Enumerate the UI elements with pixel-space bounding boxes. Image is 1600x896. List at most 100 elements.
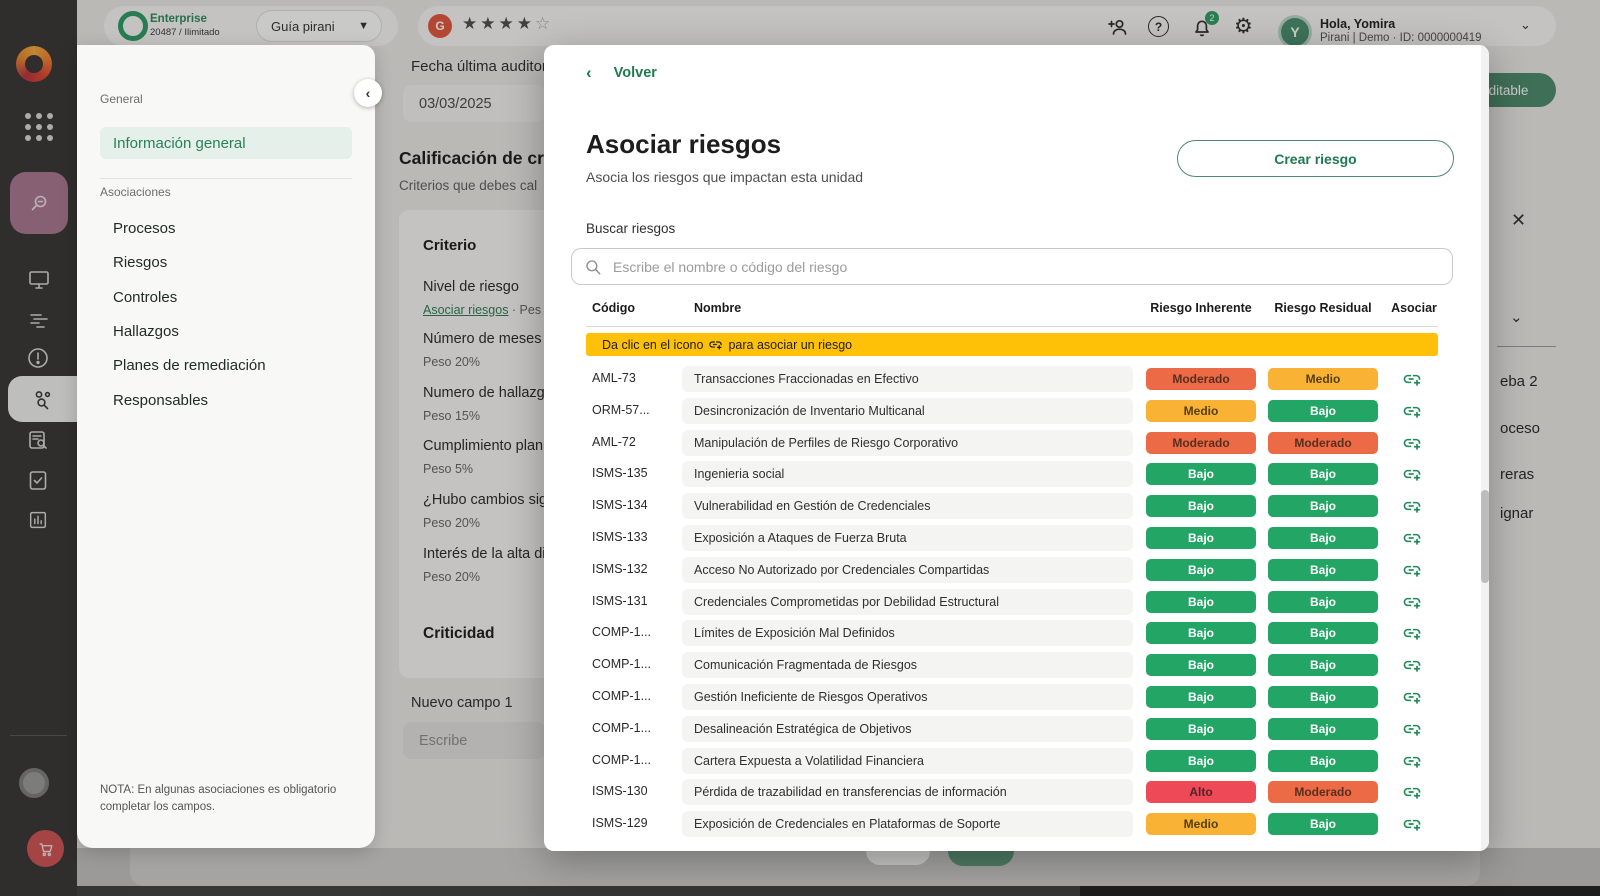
- add-link-icon: [1402, 560, 1422, 580]
- table-row: ISMS-135Ingenieria social Bajo Bajo: [586, 458, 1438, 490]
- risk-name: Transacciones Fraccionadas en Efectivo: [682, 366, 1133, 392]
- sidebar-item-informacion-general[interactable]: Información general: [100, 127, 352, 159]
- add-link-icon: [1402, 623, 1422, 643]
- add-link-icon: [1402, 433, 1422, 453]
- risk-name: Desalineación Estratégica de Objetivos: [682, 716, 1133, 742]
- inherent-risk-badge: Bajo: [1146, 463, 1256, 485]
- residual-risk-badge: Moderado: [1268, 432, 1378, 454]
- col-asociar: Asociar: [1390, 301, 1438, 315]
- table-row: COMP-1...Gestión Ineficiente de Riesgos …: [586, 681, 1438, 713]
- table-row: AML-72Manipulación de Perfiles de Riesgo…: [586, 427, 1438, 459]
- associate-risk-button[interactable]: [1390, 526, 1434, 550]
- associate-risk-button[interactable]: [1390, 812, 1434, 836]
- risk-code: COMP-1...: [592, 753, 680, 767]
- associate-risk-button[interactable]: [1390, 462, 1434, 486]
- risk-code: ORM-57...: [592, 403, 680, 417]
- risk-code: ISMS-129: [592, 816, 680, 830]
- inherent-risk-badge: Bajo: [1146, 591, 1256, 613]
- associate-risk-button[interactable]: [1390, 653, 1434, 677]
- risk-name: Manipulación de Perfiles de Riesgo Corpo…: [682, 430, 1133, 456]
- residual-risk-badge: Bajo: [1268, 591, 1378, 613]
- associate-risk-button[interactable]: [1390, 494, 1434, 518]
- info-banner: Da clic en el icono para asociar un ries…: [586, 333, 1438, 356]
- table-row: ISMS-133Exposición a Ataques de Fuerza B…: [586, 522, 1438, 554]
- risk-name: Límites de Exposición Mal Definidos: [682, 620, 1133, 646]
- risk-name: Vulnerabilidad en Gestión de Credenciale…: [682, 493, 1133, 519]
- residual-risk-badge: Bajo: [1268, 654, 1378, 676]
- table-row: COMP-1...Desalineación Estratégica de Ob…: [586, 713, 1438, 745]
- banner-text-pre: Da clic en el icono: [602, 338, 703, 352]
- modal-scrollbar-thumb[interactable]: [1481, 490, 1489, 583]
- add-link-icon: [1402, 401, 1422, 421]
- inherent-risk-badge: Moderado: [1146, 368, 1256, 390]
- modal-title: Asociar riesgos: [586, 129, 781, 160]
- associate-risk-button[interactable]: [1390, 558, 1434, 582]
- associate-risk-button[interactable]: [1390, 367, 1434, 391]
- sidebar-item-controles[interactable]: Controles: [113, 289, 177, 306]
- col-nombre: Nombre: [694, 301, 741, 315]
- residual-risk-badge: Bajo: [1268, 813, 1378, 835]
- create-risk-button[interactable]: Crear riesgo: [1177, 140, 1454, 177]
- associate-risk-button[interactable]: [1390, 399, 1434, 423]
- add-link-icon: [1402, 369, 1422, 389]
- search-box: [571, 248, 1453, 285]
- search-input[interactable]: [611, 258, 1395, 276]
- residual-risk-badge: Bajo: [1268, 622, 1378, 644]
- sidebar-item-procesos[interactable]: Procesos: [113, 220, 176, 237]
- table-row: ISMS-131Credenciales Comprometidas por D…: [586, 586, 1438, 618]
- risk-code: ISMS-135: [592, 466, 680, 480]
- associate-risk-button[interactable]: [1390, 717, 1434, 741]
- sidebar-item-responsables[interactable]: Responsables: [113, 392, 208, 409]
- sidebar-item-planes-de-remediaci-n[interactable]: Planes de remediación: [113, 357, 266, 374]
- risk-name: Desincronización de Inventario Multicana…: [682, 398, 1133, 424]
- risk-code: ISMS-134: [592, 498, 680, 512]
- col-riesgo-inherente: Riesgo Inherente: [1146, 301, 1256, 315]
- associate-risk-button[interactable]: [1390, 621, 1434, 645]
- panel-collapse-button[interactable]: ‹: [354, 79, 382, 107]
- residual-risk-badge: Bajo: [1268, 463, 1378, 485]
- associate-risk-button[interactable]: [1390, 780, 1434, 804]
- sidebar-item-hallazgos[interactable]: Hallazgos: [113, 323, 179, 340]
- add-link-icon: [708, 337, 723, 352]
- add-link-icon: [1402, 592, 1422, 612]
- table-row: ORM-57...Desincronización de Inventario …: [586, 395, 1438, 427]
- associate-risk-button[interactable]: [1390, 749, 1434, 773]
- search-icon: [584, 258, 602, 276]
- risk-code: ISMS-131: [592, 594, 680, 608]
- associate-risk-button[interactable]: [1390, 431, 1434, 455]
- risk-code: ISMS-132: [592, 562, 680, 576]
- risk-code: COMP-1...: [592, 721, 680, 735]
- residual-risk-badge: Bajo: [1268, 495, 1378, 517]
- back-label: Volver: [614, 65, 657, 81]
- inherent-risk-badge: Bajo: [1146, 750, 1256, 772]
- risk-code: ISMS-130: [592, 784, 680, 798]
- add-link-icon: [1402, 496, 1422, 516]
- table-row: ISMS-129Exposición de Credenciales en Pl…: [586, 808, 1438, 840]
- section-general-label: General: [100, 92, 143, 106]
- residual-risk-badge: Moderado: [1268, 781, 1378, 803]
- chevron-left-icon: ‹: [366, 85, 371, 101]
- add-link-icon: [1402, 782, 1422, 802]
- risk-code: COMP-1...: [592, 689, 680, 703]
- search-label: Buscar riesgos: [586, 221, 675, 236]
- table-row: COMP-1...Cartera Expuesta a Volatilidad …: [586, 745, 1438, 777]
- residual-risk-badge: Bajo: [1268, 400, 1378, 422]
- risk-name: Gestión Ineficiente de Riesgos Operativo…: [682, 684, 1133, 710]
- inherent-risk-badge: Bajo: [1146, 718, 1256, 740]
- residual-risk-badge: Medio: [1268, 368, 1378, 390]
- table-header: Código Nombre Riesgo Inherente Riesgo Re…: [586, 301, 1438, 327]
- risk-name: Ingenieria social: [682, 461, 1133, 487]
- chevron-left-icon: ‹: [586, 63, 592, 83]
- associate-risk-button[interactable]: [1390, 590, 1434, 614]
- back-button[interactable]: ‹ Volver: [586, 63, 657, 83]
- add-link-icon: [1402, 751, 1422, 771]
- modal-scrollbar-track[interactable]: [1481, 45, 1489, 851]
- risk-name: Exposición de Credenciales en Plataforma…: [682, 811, 1133, 837]
- banner-text-post: para asociar un riesgo: [728, 338, 852, 352]
- inherent-risk-badge: Bajo: [1146, 622, 1256, 644]
- risk-name: Cartera Expuesta a Volatilidad Financier…: [682, 748, 1133, 774]
- associate-risk-button[interactable]: [1390, 685, 1434, 709]
- sidebar-item-riesgos[interactable]: Riesgos: [113, 254, 167, 271]
- col-codigo: Código: [592, 301, 635, 315]
- inherent-risk-badge: Bajo: [1146, 559, 1256, 581]
